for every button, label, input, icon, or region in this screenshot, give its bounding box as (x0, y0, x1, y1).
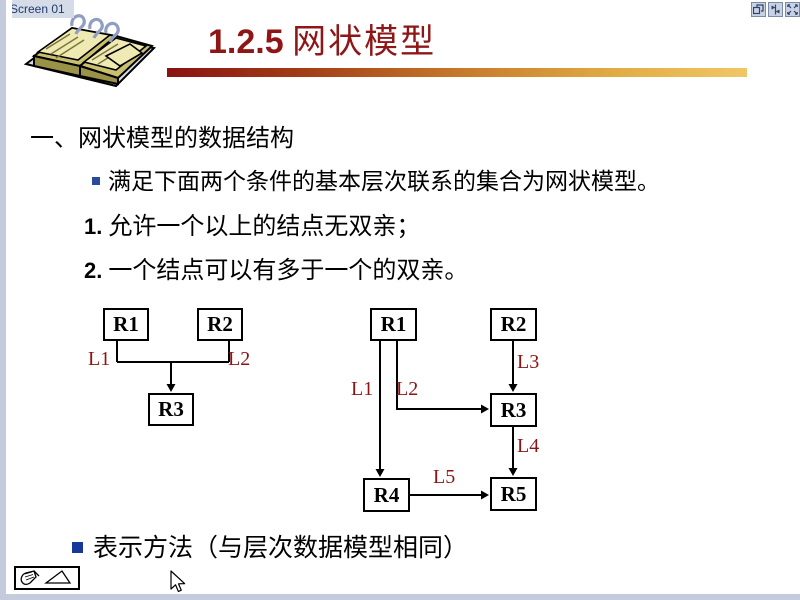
node-box: R4 (363, 478, 410, 512)
condition-item-2: 2. 一个结点可以有多于一个的双亲。 (84, 250, 468, 285)
bullet-item-2: 表示方法（与层次数据模型相同） (72, 528, 468, 564)
page-title: 1.2.5 网状模型 (208, 14, 436, 63)
presentation-slide: Screen 01 1.2.5 网状模型 一、网状模型的数据结构 满足下面两个条… (0, 0, 800, 600)
edge-label: L2 (396, 378, 419, 400)
restore-window-button[interactable] (751, 2, 766, 17)
pen-pointer-button[interactable] (768, 2, 783, 17)
edge-label: L2 (228, 348, 251, 370)
bullet-item-2-label: 表示方法（与层次数据模型相同） (93, 535, 469, 562)
edge-label: L4 (517, 435, 540, 457)
arrow-cursor (170, 570, 186, 593)
node-box: R1 (103, 308, 149, 341)
condition-2-number: 2. (84, 258, 103, 283)
edge-label: L5 (433, 466, 456, 488)
node-box: R3 (148, 393, 194, 426)
fullscreen-button[interactable] (785, 2, 800, 17)
node-box: R1 (370, 308, 417, 341)
annotation-toolbar[interactable] (14, 566, 80, 590)
node-box: R2 (197, 308, 243, 341)
node-box: R3 (490, 393, 537, 427)
title-text: 网状模型 (292, 24, 437, 61)
condition-item-1: 1. 允许一个以上的结点无双亲； (84, 206, 420, 241)
bullet-item-1-label: 满足下面两个条件的基本层次联系的集合为网状模型。 (108, 169, 660, 194)
title-underline-gradient (167, 68, 747, 77)
condition-1-label: 允许一个以上的结点无双亲； (108, 214, 421, 240)
slide-canvas: Screen 01 1.2.5 网状模型 一、网状模型的数据结构 满足下面两个条… (12, 0, 800, 594)
window-controls (751, 2, 800, 17)
square-bullet-icon (92, 176, 100, 185)
bullet-item-1: 满足下面两个条件的基本层次联系的集合为网状模型。 (92, 162, 660, 196)
node-box: R5 (490, 477, 537, 511)
left-diagram-edges (116, 341, 230, 392)
condition-2-label: 一个结点可以有多于一个的双亲。 (108, 258, 469, 284)
edge-label: L1 (88, 348, 111, 370)
edge-label: L1 (351, 378, 374, 400)
pointer-pen-icon (771, 4, 780, 15)
restore-icon (753, 4, 764, 15)
pen-icon[interactable] (20, 570, 40, 586)
section-heading: 一、网状模型的数据结构 (30, 126, 294, 152)
square-bullet-icon (72, 541, 83, 553)
screen-label: Screen 01 (12, 0, 74, 18)
node-box: R2 (490, 308, 537, 341)
condition-1-number: 1. (84, 214, 103, 239)
fullscreen-icon (787, 4, 798, 15)
title-number: 1.2.5 (208, 23, 284, 61)
edge-label: L3 (517, 351, 540, 373)
triangle-icon[interactable] (44, 570, 72, 584)
